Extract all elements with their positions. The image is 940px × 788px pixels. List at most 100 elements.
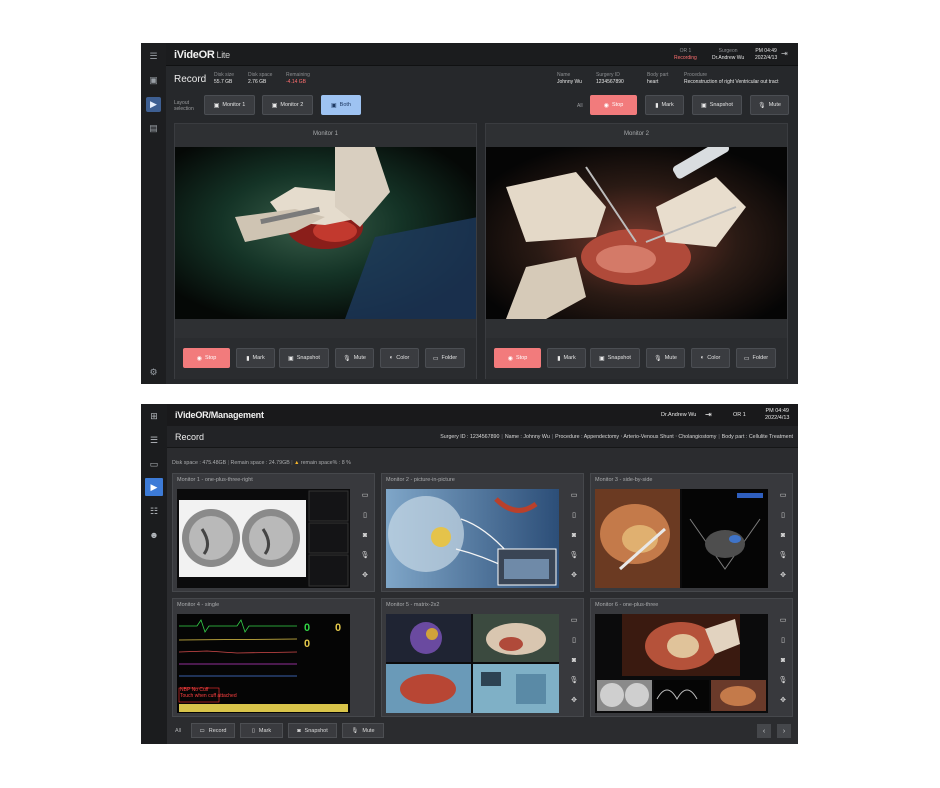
layout-monitor2-button[interactable]: ▣ Monitor 2 xyxy=(262,95,313,115)
layout-monitor1-button[interactable]: ▣ Monitor 1 xyxy=(204,95,255,115)
bookmark-icon: ▮ xyxy=(557,355,561,362)
mic-icon[interactable]: 🎙 xyxy=(570,677,579,685)
mic-icon[interactable]: 🎙 xyxy=(570,552,579,560)
monitor-tile-1: Monitor 1 - one-plus-three-right ▭ ▯ ◙ 🎙 ✥ xyxy=(172,473,375,592)
bookmark-icon[interactable]: ▯ xyxy=(781,512,785,520)
monitor-tile-title: Monitor 2 - picture-in-picture xyxy=(386,477,455,483)
next-page-button[interactable]: › xyxy=(777,724,791,738)
record-nav-icon[interactable]: ▶ xyxy=(146,97,161,112)
monitor-2-folder-button[interactable]: ▭ Folder xyxy=(736,348,776,368)
monitor-nav-icon[interactable]: ▣ xyxy=(146,73,161,88)
mute-icon: 🎙 xyxy=(351,727,359,734)
monitor-1-mute-button[interactable]: 🎙 Mute xyxy=(335,348,374,368)
record-icon[interactable]: ▭ xyxy=(362,492,369,500)
prev-page-button[interactable]: ‹ xyxy=(757,724,771,738)
bookmark-icon: ▮ xyxy=(246,355,250,362)
bookmark-icon[interactable]: ▯ xyxy=(781,637,785,645)
monitor-1-video[interactable] xyxy=(175,147,476,319)
bottom-record-button[interactable]: ▭ Record xyxy=(191,723,235,738)
monitor-5-screen[interactable] xyxy=(386,614,559,713)
monitor-tile-title: Monitor 5 - matrix-2x2 xyxy=(386,602,440,608)
palette-icon: ◐ xyxy=(700,355,705,361)
record-icon[interactable]: ▭ xyxy=(571,492,578,500)
monitor-2-video[interactable] xyxy=(486,147,787,319)
monitor-1-folder-button[interactable]: ▭ Folder xyxy=(425,348,465,368)
vital-resp: 0 xyxy=(304,638,311,650)
mic-icon[interactable]: 🎙 xyxy=(361,552,370,560)
mic-icon[interactable]: 🎙 xyxy=(779,677,788,685)
monitor-tile-title: Monitor 3 - side-by-side xyxy=(595,477,653,483)
move-icon[interactable]: ✥ xyxy=(362,572,368,580)
all-snapshot-button[interactable]: ▣ Snapshot xyxy=(692,95,742,115)
apps-grid-icon[interactable]: ⊞ xyxy=(145,407,163,425)
monitor-1-stop-button[interactable]: ◉ Stop xyxy=(183,348,230,368)
bookmark-icon[interactable]: ▯ xyxy=(363,512,367,520)
logout-icon[interactable]: ⇥ xyxy=(705,410,712,419)
datetime: PM 04:49 2022/4/13 xyxy=(755,48,778,61)
all-label: All xyxy=(175,728,182,734)
menu-icon[interactable]: ☰ xyxy=(146,49,161,64)
monitor-6-tools: ▭ ▯ ◙ 🎙 ✥ xyxy=(777,617,789,705)
camera-icon[interactable]: ◙ xyxy=(781,532,785,540)
all-stop-button[interactable]: ◉ Stop xyxy=(590,95,637,115)
monitor-2-mute-button[interactable]: 🎙 Mute xyxy=(646,348,685,368)
side-rail: ☰ ▣ ▶ ▤ ⚙ xyxy=(141,43,166,384)
move-icon[interactable]: ✥ xyxy=(780,572,786,580)
layout-selection-label: Layout selection xyxy=(174,100,194,112)
monitor-2-mark-button[interactable]: ▮ Mark xyxy=(547,348,586,368)
settings-sliders-icon[interactable]: ☷ xyxy=(145,502,163,520)
move-icon[interactable]: ✥ xyxy=(571,572,577,580)
camera-icon[interactable]: ◙ xyxy=(572,657,576,665)
camera-icon[interactable]: ◙ xyxy=(363,532,367,540)
mic-icon[interactable]: 🎙 xyxy=(779,552,788,560)
all-mute-button[interactable]: 🎙 Mute xyxy=(750,95,789,115)
move-icon[interactable]: ✥ xyxy=(571,697,577,705)
top-bar: iVideOR/Management Dr.Andrew Wu ⇥ OR 1 P… xyxy=(167,404,798,426)
monitor-6-screen[interactable] xyxy=(595,614,768,713)
record-icon[interactable]: ▭ xyxy=(780,492,787,500)
body-part: Body part heart xyxy=(647,72,669,85)
bottom-mark-button[interactable]: ▯ Mark xyxy=(240,723,283,738)
bottom-snapshot-button[interactable]: ◙ Snapshot xyxy=(288,723,337,738)
monitor-nav-icon[interactable]: ▭ xyxy=(145,455,163,473)
chevron-right-icon: › xyxy=(782,727,786,735)
monitor-1-mark-button[interactable]: ▮ Mark xyxy=(236,348,275,368)
monitor-2-screen[interactable] xyxy=(386,489,559,588)
user-icon[interactable]: ☻ xyxy=(145,526,163,544)
bottom-mute-button[interactable]: 🎙 Mute xyxy=(342,723,384,738)
monitor-4-screen[interactable]: 0 0 0 NBP No Cuff Touch when cuff attache… xyxy=(177,614,350,713)
monitor-1-screen[interactable] xyxy=(177,489,350,588)
move-icon[interactable]: ✥ xyxy=(780,697,786,705)
vital-spo2: 0 xyxy=(335,622,342,634)
settings-icon[interactable]: ⚙ xyxy=(146,365,161,380)
bookmark-icon[interactable]: ▯ xyxy=(572,637,576,645)
gallery-nav-icon[interactable]: ▤ xyxy=(146,121,161,136)
disk-status: Disk space : 475.48GB | Remain space : 2… xyxy=(172,460,351,466)
stop-icon: ◉ xyxy=(507,355,513,362)
menu-icon[interactable]: ☰ xyxy=(145,431,163,449)
monitor-5-tools: ▭ ▯ ◙ 🎙 ✥ xyxy=(568,617,580,705)
all-mark-button[interactable]: ▮ Mark xyxy=(645,95,684,115)
monitor-2-stop-button[interactable]: ◉ Stop xyxy=(494,348,541,368)
side-rail: ⊞ ☰ ▭ ▶ ☷ ☻ xyxy=(141,404,167,744)
ivideor-lite-screen: ☰ ▣ ▶ ▤ ⚙ iVideOR Lite OR 1 Recording Sur… xyxy=(141,43,798,384)
monitor-3-tools: ▭ ▯ ◙ 🎙 ✥ xyxy=(777,492,789,580)
monitor-2-snapshot-button[interactable]: ▣ Snapshot xyxy=(590,348,640,368)
record-icon: ▭ xyxy=(199,727,205,734)
monitor-tile-2: Monitor 2 - picture-in-picture ▭ ▯ ◙ 🎙 ✥ xyxy=(381,473,584,592)
monitor-1-tools: ▭ ▯ ◙ 🎙 ✥ xyxy=(359,492,371,580)
camera-icon[interactable]: ◙ xyxy=(572,532,576,540)
monitor-1-color-button[interactable]: ◐ Color xyxy=(380,348,419,368)
brand-logo: iVideOR/Management xyxy=(175,410,264,420)
record-nav-icon[interactable]: ▶ xyxy=(145,478,163,496)
monitor-3-screen[interactable] xyxy=(595,489,768,588)
layout-both-button[interactable]: ▣ Both xyxy=(321,95,361,115)
record-icon[interactable]: ▭ xyxy=(780,617,787,625)
monitor-1-snapshot-button[interactable]: ▣ Snapshot xyxy=(279,348,329,368)
record-icon[interactable]: ▭ xyxy=(571,617,578,625)
logout-icon[interactable]: ⇥ xyxy=(781,49,788,58)
brand-logo: iVideOR Lite xyxy=(174,49,230,61)
bookmark-icon[interactable]: ▯ xyxy=(572,512,576,520)
monitor-2-color-button[interactable]: ◐ Color xyxy=(691,348,730,368)
camera-icon[interactable]: ◙ xyxy=(781,657,785,665)
